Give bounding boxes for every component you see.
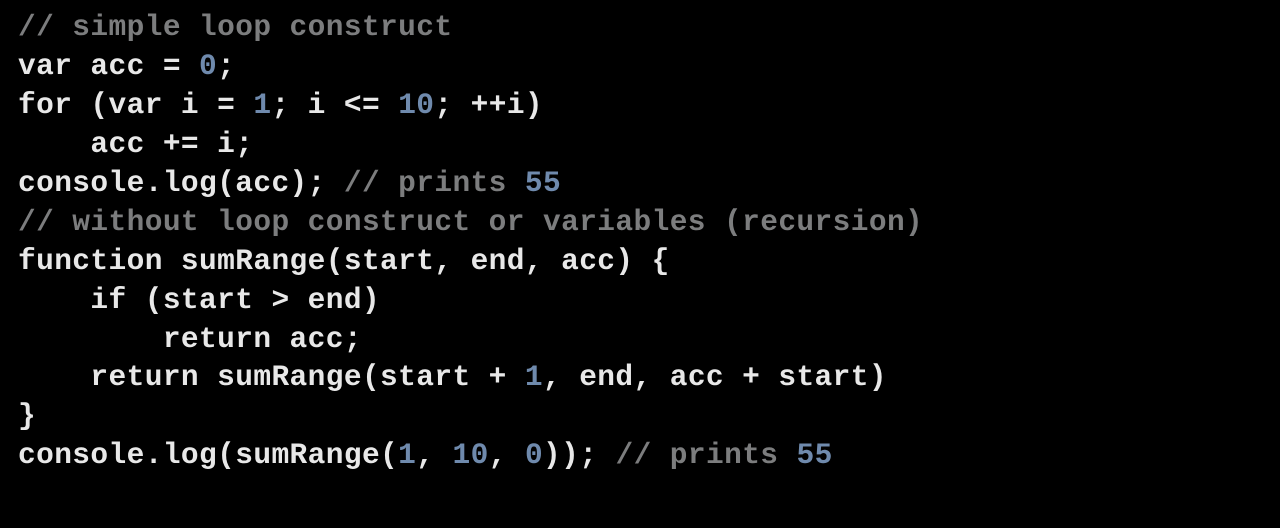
code-token: , bbox=[416, 438, 452, 472]
code-line: for (var i = 1; i <= 10; ++i) bbox=[18, 88, 543, 122]
code-token: ; i <= bbox=[271, 88, 398, 122]
code-token: 10 bbox=[398, 88, 434, 122]
code-line: } bbox=[18, 399, 36, 433]
code-line: if (start > end) bbox=[18, 283, 380, 317]
code-token: )); bbox=[543, 438, 615, 472]
code-line: // simple loop construct bbox=[18, 10, 452, 44]
code-token: , bbox=[489, 438, 525, 472]
code-line: function sumRange(start, end, acc) { bbox=[18, 244, 670, 278]
code-token: } bbox=[18, 399, 36, 433]
code-token: // prints bbox=[344, 166, 525, 200]
code-token: 0 bbox=[199, 49, 217, 83]
code-token: ; bbox=[217, 49, 235, 83]
code-line: var acc = 0; bbox=[18, 49, 235, 83]
code-token: 0 bbox=[525, 438, 543, 472]
code-line: acc += i; bbox=[18, 127, 253, 161]
code-token: 55 bbox=[797, 438, 833, 472]
code-token: console.log(acc); bbox=[18, 166, 344, 200]
code-token: 1 bbox=[398, 438, 416, 472]
code-line: return acc; bbox=[18, 322, 362, 356]
code-token: function sumRange(start, end, acc) { bbox=[18, 244, 670, 278]
code-block: // simple loop construct var acc = 0; fo… bbox=[0, 0, 1280, 483]
code-token: return acc; bbox=[18, 322, 362, 356]
code-token: 10 bbox=[453, 438, 489, 472]
code-token: for (var i = bbox=[18, 88, 253, 122]
code-token: if (start > end) bbox=[18, 283, 380, 317]
code-token: var acc = bbox=[18, 49, 199, 83]
code-line: return sumRange(start + 1, end, acc + st… bbox=[18, 360, 887, 394]
code-line: console.log(sumRange(1, 10, 0)); // prin… bbox=[18, 438, 833, 472]
code-line: // without loop construct or variables (… bbox=[18, 205, 923, 239]
code-token: console.log(sumRange( bbox=[18, 438, 398, 472]
code-token: 55 bbox=[525, 166, 561, 200]
code-token: // prints bbox=[615, 438, 796, 472]
code-token: // simple loop construct bbox=[18, 10, 452, 44]
code-line: console.log(acc); // prints 55 bbox=[18, 166, 561, 200]
code-token: ; ++i) bbox=[434, 88, 543, 122]
code-token: // without loop construct or variables (… bbox=[18, 205, 923, 239]
code-token: 1 bbox=[253, 88, 271, 122]
code-token: 1 bbox=[525, 360, 543, 394]
code-token: acc += i; bbox=[18, 127, 253, 161]
code-token: return sumRange(start + bbox=[18, 360, 525, 394]
code-token: , end, acc + start) bbox=[543, 360, 887, 394]
